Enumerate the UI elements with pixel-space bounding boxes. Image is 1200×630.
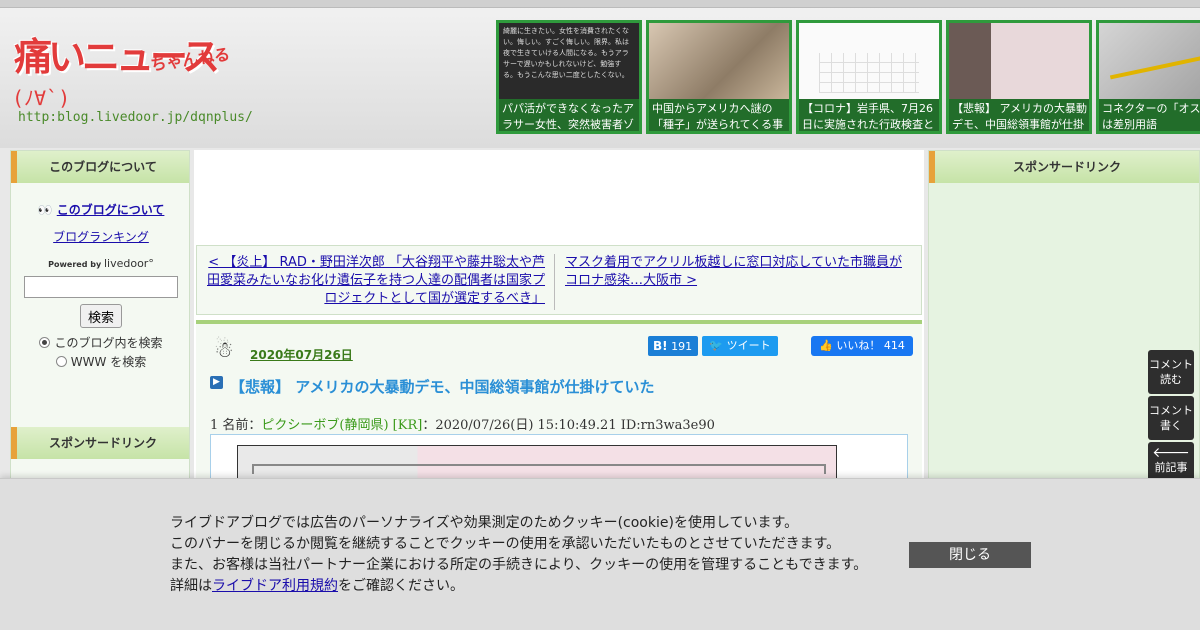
thumbnail-caption: 【悲報】 アメリカの大暴動デモ、中国総領事館が仕掛 (952, 102, 1087, 131)
radio-www[interactable]: WWW を検索 (11, 353, 191, 370)
like-button[interactable]: 👍 いいね！ 414 (811, 336, 913, 356)
thumbnail-caption: コネクターの「オス」表記は差別用語 (1102, 102, 1200, 131)
tweet-button[interactable]: 🐦 ツイート (702, 336, 778, 356)
logo-face: (ﾉ∀`) (12, 86, 71, 110)
right-sponsor-heading: スポンサードリンク (929, 151, 1199, 183)
top-strip (0, 0, 1200, 8)
title-marker-icon: ▶ (210, 376, 223, 389)
thumbnail-image (799, 23, 939, 99)
about-link[interactable]: このブログについて (57, 203, 165, 217)
next-article-link[interactable]: マスク着用でアクリル板越しに窓口対応していた市職員がコロナ感染…大阪市 > (565, 254, 903, 290)
search-input[interactable] (24, 276, 178, 298)
thumbs-up-icon: 👍 (819, 339, 833, 352)
site-header: 痛いニュース ちゃんねる (ﾉ∀`) http:blog.livedoor.jp… (0, 0, 1200, 148)
thumbnail-image (649, 23, 789, 99)
terms-link[interactable]: ライブドア利用規約 (212, 578, 338, 594)
about-section: 👀 このブログについて ブログランキング Powered by livedoor… (11, 201, 191, 370)
write-comment-button[interactable]: コメント書く (1148, 396, 1194, 440)
featured-thumbnails: 綺麗に生きたい。女性を消費されたくない。悔しい。すごく悔しい。限界。私は夜で生き… (496, 20, 1200, 134)
thumbnail-caption: パパ活ができなくなったアラサー女性、突然被害者ゾ (502, 102, 634, 131)
powered-by-livedoor[interactable]: Powered by livedoor° (11, 257, 191, 270)
thumbnail-image (1099, 23, 1200, 99)
post-header: 1 名前：ピクシーボブ(静岡県) [KR]：2020/07/26(日) 15:1… (210, 418, 715, 433)
ranking-link[interactable]: ブログランキング (53, 230, 149, 244)
thumbnail-caption: 【コロナ】岩手県、7月26日に実施された行政検査と (802, 102, 934, 131)
cookie-close-button[interactable]: 閉じる (909, 542, 1031, 568)
article-date[interactable]: 2020年07月26日 (250, 346, 353, 363)
logo-url: http:blog.livedoor.jp/dqnplus/ (18, 110, 253, 125)
article-navigation: < 【炎上】 RAD・野田洋次郎 「大谷翔平や藤井聡太や芦田愛菜みたいなお化け遺… (196, 245, 922, 315)
search-button[interactable]: 検索 (80, 304, 122, 328)
left-sponsor-heading: スポンサードリンク (11, 427, 189, 459)
thumbnail-caption: 中国からアメリカへ謎の「種子」が送られてくる事 (652, 102, 784, 131)
thumbnail-card[interactable]: 【悲報】 アメリカの大暴動デモ、中国総領事館が仕掛 (946, 20, 1092, 134)
site-logo[interactable]: 痛いニュース ちゃんねる (ﾉ∀`) http:blog.livedoor.jp… (10, 18, 253, 130)
thumbnail-card[interactable]: コネクターの「オス」表記は差別用語 (1096, 20, 1200, 134)
thumbnail-card[interactable]: 綺麗に生きたい。女性を消費されたくない。悔しい。すごく悔しい。限界。私は夜で生き… (496, 20, 642, 134)
twitter-icon: 🐦 (709, 339, 724, 352)
nav-divider (554, 254, 555, 310)
thumbnail-image (949, 23, 1089, 99)
read-comments-button[interactable]: コメント読む (1148, 350, 1194, 394)
thumbnail-image: 綺麗に生きたい。女性を消費されたくない。悔しい。すごく悔しい。限界。私は夜で生き… (499, 23, 639, 99)
cookie-message: ライブドアブログでは広告のパーソナライズや効果測定のためクッキー(cookie)… (170, 515, 868, 594)
hatena-bookmark-button[interactable]: B! 191 (648, 336, 698, 356)
face-icon: 👀 (37, 203, 53, 217)
radio-unselected-icon (55, 356, 67, 367)
thumbnail-card[interactable]: 中国からアメリカへ謎の「種子」が送られてくる事 (646, 20, 792, 134)
arrow-left-icon: 🡐 (1152, 445, 1190, 461)
thumbnail-card[interactable]: 【コロナ】岩手県、7月26日に実施された行政検査と (796, 20, 942, 134)
cookie-banner: ライブドアブログでは広告のパーソナライズや効果測定のためクッキー(cookie)… (0, 478, 1200, 630)
about-heading: このブログについて (11, 151, 189, 183)
prev-article-link[interactable]: < 【炎上】 RAD・野田洋次郎 「大谷翔平や藤井聡太や芦田愛菜みたいなお化け遺… (207, 254, 545, 308)
radio-selected-icon (39, 337, 51, 348)
mascot-icon: ☃ (214, 338, 234, 363)
article-title[interactable]: 【悲報】 アメリカの大暴動デモ、中国総領事館が仕掛けていた (230, 376, 654, 397)
radio-this-blog[interactable]: このブログ内を検索 (11, 334, 191, 351)
